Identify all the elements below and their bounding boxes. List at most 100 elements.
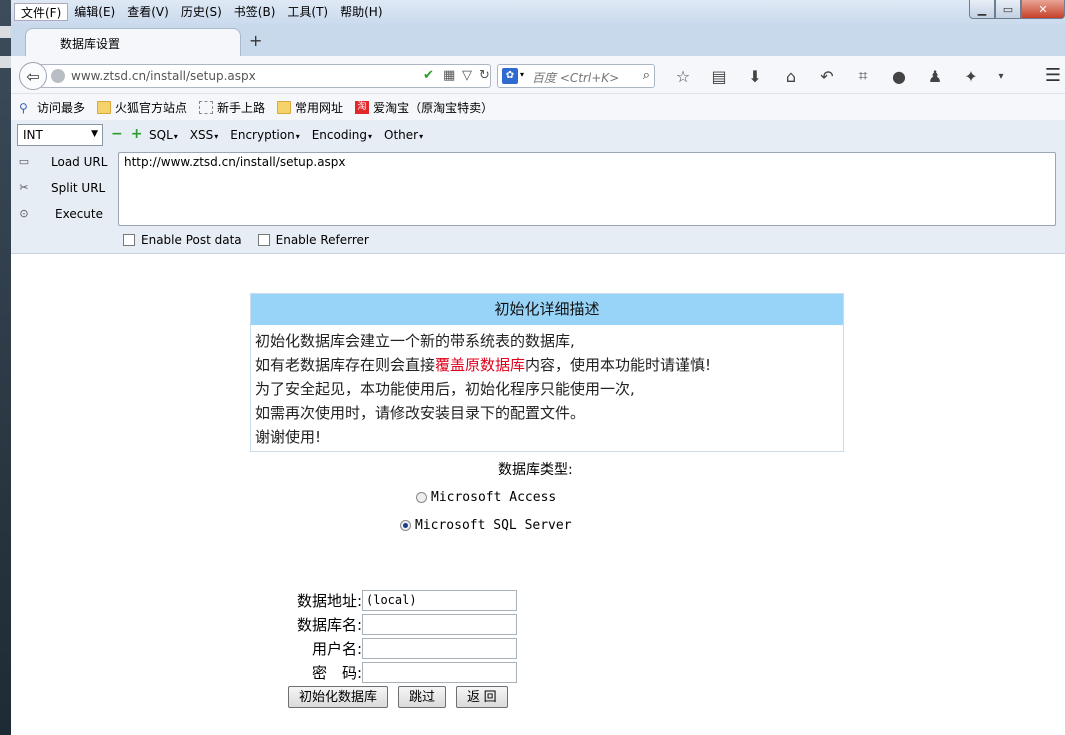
menu-encryption[interactable]: Encryption: [230, 128, 299, 142]
maximize-button[interactable]: ▭: [995, 0, 1021, 19]
execute-label: Execute: [55, 207, 103, 221]
menu-file[interactable]: 文件(F): [14, 3, 69, 21]
url-textarea[interactable]: http://www.ztsd.cn/install/setup.aspx: [118, 152, 1056, 226]
folder-icon: [277, 100, 292, 114]
home-icon[interactable]: ⌂: [773, 65, 809, 87]
title-bar: 文件(F) 编辑(E) 查看(V) 历史(S) 书签(B) 工具(T) 帮助(H…: [11, 0, 1065, 26]
search-icon[interactable]: ⌕: [643, 68, 650, 83]
username-input[interactable]: [362, 638, 517, 659]
tab-strip: 数据库设置 +: [11, 26, 1065, 56]
tab-database-setup[interactable]: 数据库设置: [25, 28, 241, 56]
description-text: 如有老数据库存在则会直接: [255, 356, 436, 374]
qr-code-icon[interactable]: ▦: [443, 68, 455, 83]
bookmark-label: 常用网址: [295, 100, 344, 115]
shield-icon[interactable]: ✔: [423, 68, 434, 83]
enable-post-checkbox[interactable]: Enable Post data: [123, 233, 242, 247]
menu-history[interactable]: 历史(S): [175, 3, 228, 21]
minus-icon[interactable]: −: [111, 126, 123, 142]
crop-icon[interactable]: ⌗: [845, 65, 881, 87]
address-input[interactable]: (local): [362, 590, 517, 611]
page-content: 初始化详细描述 初始化数据库会建立一个新的带系统表的数据库, 如有老数据库存在则…: [11, 254, 1065, 735]
load-icon: ▭: [18, 155, 30, 168]
new-tab-button[interactable]: +: [249, 31, 262, 50]
bookmark-label: 火狐官方站点: [115, 100, 188, 115]
bookmark-firefox-site[interactable]: 火狐官方站点: [97, 99, 193, 116]
bookmark-label: 爱淘宝（原淘宝特卖）: [373, 100, 494, 115]
menu-xss[interactable]: XSS: [190, 128, 218, 142]
description-title: 初始化详细描述: [251, 294, 843, 325]
menu-encoding[interactable]: Encoding: [312, 128, 372, 142]
back-button[interactable]: ⇦: [19, 62, 47, 90]
username-label: 用户名:: [311, 640, 362, 658]
menu-tools[interactable]: 工具(T): [281, 3, 334, 21]
description-text: 内容，使用本功能时请谨慎!: [525, 356, 712, 374]
most-visited-icon: ⚲: [19, 100, 28, 115]
overflow-dropdown-icon[interactable]: ▾: [989, 65, 1013, 87]
radio-button[interactable]: [416, 492, 427, 503]
user-icon[interactable]: ♟: [917, 65, 953, 87]
hamburger-menu-icon[interactable]: ☰: [1041, 65, 1065, 87]
menu-other[interactable]: Other: [384, 128, 423, 142]
field-row-dbname: 数据库名:: [280, 614, 517, 635]
init-database-button[interactable]: 初始化数据库: [288, 686, 389, 708]
back-page-button[interactable]: 返 回: [456, 686, 508, 708]
bookmark-common-sites[interactable]: 常用网址: [277, 99, 349, 116]
url-text[interactable]: www.ztsd.cn/install/setup.aspx: [71, 69, 256, 83]
addon-icon[interactable]: ✦: [953, 65, 989, 87]
chat-icon[interactable]: ●: [881, 65, 917, 87]
hackbar-panel: INT ▼ − + SQL XSS Encryption Encoding Ot…: [11, 120, 1065, 254]
radio-sqlserver[interactable]: Microsoft SQL Server: [400, 518, 572, 533]
navigation-bar: www.ztsd.cn/install/setup.aspx ✔ ▦ ▽ ↻ ⇦…: [11, 56, 1065, 94]
menu-sql[interactable]: SQL: [149, 128, 178, 142]
search-placeholder[interactable]: 百度 <Ctrl+K>: [532, 69, 619, 86]
search-bar[interactable]: ✿ ▾ 百度 <Ctrl+K> ⌕: [497, 64, 655, 88]
description-line-4: 如需再次使用时，请修改安装目录下的配置文件。: [255, 404, 586, 422]
plus-icon[interactable]: +: [131, 126, 143, 142]
globe-icon: [51, 69, 65, 83]
taobao-icon: 淘: [355, 100, 370, 114]
menu-view[interactable]: 查看(V): [121, 3, 175, 21]
minimize-button[interactable]: ▁: [969, 0, 995, 19]
execute-button[interactable]: ⊙ Execute: [17, 206, 107, 222]
description-line-1: 初始化数据库会建立一个新的带系统表的数据库,: [255, 332, 575, 350]
dropdown-arrow-icon[interactable]: ▽: [462, 68, 472, 83]
bookmark-label: 新手上路: [217, 100, 266, 115]
bookmark-taobao[interactable]: 淘爱淘宝（原淘宝特卖）: [355, 99, 499, 116]
load-url-button[interactable]: ▭ Load URL: [17, 154, 108, 170]
undo-icon[interactable]: ↶: [809, 65, 845, 87]
bookmark-label: 访问最多: [37, 100, 86, 115]
reload-icon[interactable]: ↻: [479, 68, 490, 83]
hackbar-menus: SQL XSS Encryption Encoding Other: [149, 128, 423, 142]
bookmark-most-visited[interactable]: ⚲ 访问最多: [19, 99, 91, 116]
checkbox-box[interactable]: [257, 234, 270, 246]
password-label: 密 码:: [311, 664, 362, 682]
skip-button[interactable]: 跳过: [398, 686, 447, 708]
menu-help[interactable]: 帮助(H): [334, 3, 388, 21]
toolbar-icons: ☆ ▤ ⬇ ⌂ ↶ ⌗ ● ♟ ✦ ▾: [665, 65, 1013, 87]
description-line-5: 谢谢使用!: [255, 428, 322, 446]
field-row-address: 数据地址: (local): [280, 590, 517, 611]
scissors-icon: ✂: [19, 181, 29, 194]
menu-edit[interactable]: 编辑(E): [68, 3, 121, 21]
download-icon[interactable]: ⬇: [737, 65, 773, 87]
url-bar[interactable]: www.ztsd.cn/install/setup.aspx ✔ ▦ ▽ ↻: [41, 64, 491, 88]
baidu-icon[interactable]: ✿: [502, 68, 518, 84]
radio-button[interactable]: [400, 520, 411, 531]
warning-text: 覆盖原数据库: [435, 356, 526, 374]
type-select[interactable]: INT ▼: [17, 124, 103, 146]
window-controls: ▁ ▭ ✕: [969, 0, 1065, 19]
bookmark-getting-started[interactable]: 新手上路: [199, 99, 271, 116]
enable-post-label: Enable Post data: [141, 233, 242, 247]
enable-referrer-checkbox[interactable]: Enable Referrer: [257, 233, 369, 247]
close-button[interactable]: ✕: [1021, 0, 1065, 19]
checkbox-box[interactable]: [123, 234, 135, 246]
split-url-button[interactable]: ✂ Split URL: [17, 180, 107, 196]
load-url-label: Load URL: [51, 155, 108, 169]
menu-bookmarks[interactable]: 书签(B): [228, 3, 282, 21]
password-input[interactable]: [362, 662, 517, 683]
reading-list-icon[interactable]: ▤: [701, 65, 737, 87]
bookmark-star-icon[interactable]: ☆: [665, 65, 701, 87]
engine-dropdown-icon[interactable]: ▾: [520, 70, 524, 79]
radio-access[interactable]: Microsoft Access: [416, 490, 556, 505]
dbname-input[interactable]: [362, 614, 517, 635]
